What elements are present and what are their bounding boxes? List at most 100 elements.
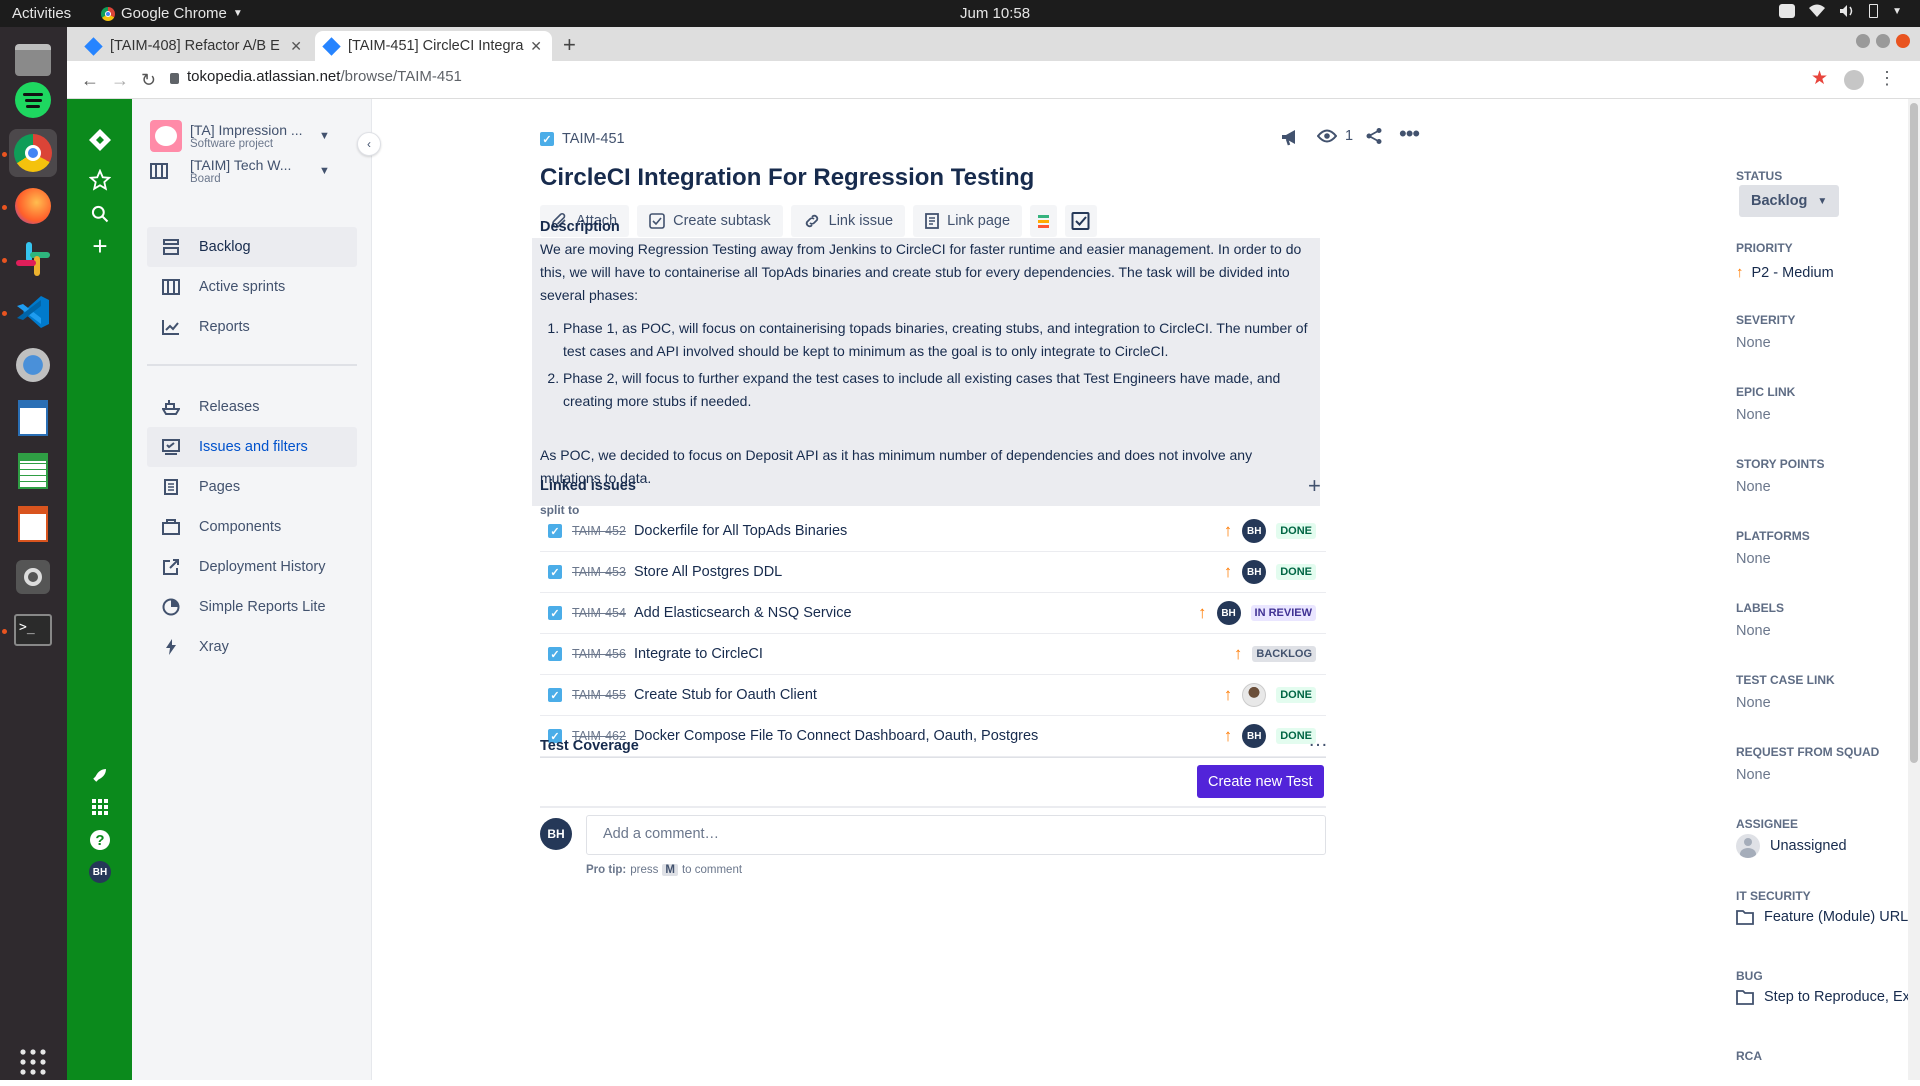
comment-input[interactable]: Add a comment…: [586, 815, 1326, 855]
chrome-dock-item[interactable]: [9, 129, 57, 177]
reload-icon[interactable]: ↻: [141, 70, 156, 91]
backup-app-dock-item[interactable]: [9, 341, 57, 389]
priority-field[interactable]: ↑ P2 - Medium: [1736, 264, 1834, 281]
search-icon[interactable]: [87, 201, 113, 227]
sidebar-item-reports[interactable]: Reports: [147, 307, 357, 347]
linked-issue-summary[interactable]: Docker Compose File To Connect Dashboard…: [634, 728, 1038, 744]
it-security-field[interactable]: Feature (Module) URL, Header (CURL) Requ…: [1736, 909, 1920, 925]
app-switcher-icon[interactable]: [87, 794, 113, 820]
add-linked-issue-icon[interactable]: +: [1308, 473, 1321, 499]
sidebar-item-simple-reports-lite[interactable]: Simple Reports Lite: [147, 587, 357, 627]
more-options-icon[interactable]: …: [1308, 729, 1328, 752]
board-icon: [159, 279, 183, 295]
spotify-dock-item[interactable]: [9, 76, 57, 124]
linked-issue-key[interactable]: TAIM-453: [572, 565, 626, 579]
page-scrollbar[interactable]: [1908, 99, 1920, 1080]
linked-issue-row[interactable]: ✓ TAIM-462 Docker Compose File To Connec…: [540, 716, 1326, 757]
board-switcher[interactable]: [TAIM] Tech W... Board ▼: [150, 157, 330, 185]
clock[interactable]: Jum 10:58: [960, 5, 1030, 22]
help-icon[interactable]: ?: [87, 827, 113, 853]
linked-issue-summary[interactable]: Store All Postgres DDL: [634, 564, 782, 580]
system-tray[interactable]: ▼: [1779, 4, 1902, 18]
browser-tab-active[interactable]: [TAIM-451] CircleCI Integra ✕: [315, 31, 552, 61]
terminal-dock-item[interactable]: >_: [9, 606, 57, 654]
rocket-icon[interactable]: [87, 762, 113, 788]
labels-value[interactable]: None: [1736, 623, 1771, 639]
status-dropdown[interactable]: Backlog ▼: [1739, 185, 1840, 217]
app-menu[interactable]: Google Chrome ▼: [101, 5, 243, 22]
project-switcher[interactable]: [TA] Impression ... Software project ▼: [150, 120, 330, 152]
section-divider: [540, 806, 1326, 808]
apps-addon-button[interactable]: [1030, 205, 1058, 237]
severity-value[interactable]: None: [1736, 335, 1771, 351]
link-page-button[interactable]: Link page: [913, 205, 1023, 237]
forward-arrow-icon[interactable]: →: [111, 70, 129, 91]
linked-issue-summary[interactable]: Add Elasticsearch & NSQ Service: [634, 605, 852, 621]
sidebar-item-active-sprints[interactable]: Active sprints: [147, 267, 357, 307]
feedback-megaphone-icon[interactable]: [1280, 128, 1302, 146]
sidebar-item-components[interactable]: Components: [147, 507, 357, 547]
close-window-icon[interactable]: [1896, 34, 1910, 48]
settings-dock-item[interactable]: [9, 553, 57, 601]
checklist-button[interactable]: [1065, 205, 1098, 237]
platforms-value[interactable]: None: [1736, 551, 1771, 567]
issue-title[interactable]: CircleCI Integration For Regression Test…: [540, 164, 1034, 192]
story-points-value[interactable]: None: [1736, 479, 1771, 495]
back-arrow-icon[interactable]: ←: [81, 70, 99, 91]
request-from-squad-value[interactable]: None: [1736, 767, 1771, 783]
sidebar-item-releases[interactable]: Releases: [147, 387, 357, 427]
assignee-field[interactable]: Unassigned: [1736, 834, 1847, 858]
share-icon[interactable]: [1365, 127, 1383, 145]
linked-issue-row[interactable]: ✓ TAIM-456 Integrate to CircleCI ↑ BACKL…: [540, 634, 1326, 675]
sidebar-item-deployment-history[interactable]: Deployment History: [147, 547, 357, 587]
bookmark-star-icon[interactable]: ★: [1811, 67, 1828, 90]
minimize-icon[interactable]: [1856, 34, 1870, 48]
vscode-dock-item[interactable]: [9, 288, 57, 336]
linked-issue-key[interactable]: TAIM-454: [572, 606, 626, 620]
linked-issue-summary[interactable]: Integrate to CircleCI: [634, 646, 763, 662]
linked-issue-key[interactable]: TAIM-455: [572, 688, 626, 702]
test-case-link-value[interactable]: None: [1736, 695, 1771, 711]
slack-dock-item[interactable]: [9, 235, 57, 283]
firefox-dock-item[interactable]: [9, 182, 57, 230]
calc-dock-item[interactable]: [9, 447, 57, 495]
epic-link-value[interactable]: None: [1736, 407, 1771, 423]
description-body[interactable]: We are moving Regression Testing away fr…: [532, 238, 1320, 506]
show-applications-button[interactable]: [9, 1038, 57, 1086]
profile-avatar[interactable]: BH: [87, 859, 113, 885]
linked-issue-summary[interactable]: Create Stub for Oauth Client: [634, 687, 817, 703]
linked-issue-row[interactable]: ✓ TAIM-452 Dockerfile for All TopAds Bin…: [540, 511, 1326, 552]
create-subtask-button[interactable]: Create subtask: [637, 205, 783, 237]
issue-key[interactable]: TAIM-451: [562, 131, 625, 147]
close-tab-icon[interactable]: ✕: [290, 38, 302, 55]
impress-dock-item[interactable]: [9, 500, 57, 548]
more-actions-icon[interactable]: •••: [1399, 121, 1420, 147]
linked-issue-row[interactable]: ✓ TAIM-455 Create Stub for Oauth Client …: [540, 675, 1326, 716]
link-issue-button[interactable]: Link issue: [790, 205, 906, 237]
jira-logo-icon[interactable]: [87, 127, 113, 153]
sidebar-item-pages[interactable]: Pages: [147, 467, 357, 507]
activities-button[interactable]: Activities: [12, 5, 71, 22]
linked-issue-key[interactable]: TAIM-456: [572, 647, 626, 661]
address-bar[interactable]: tokopedia.atlassian.net/browse/TAIM-451: [187, 68, 462, 85]
create-new-test-button[interactable]: Create new Test: [1197, 765, 1324, 798]
maximize-icon[interactable]: [1876, 34, 1890, 48]
watchers-button[interactable]: 1: [1317, 128, 1353, 144]
browser-tab[interactable]: [TAIM-408] Refactor A/B E ✕: [77, 31, 312, 61]
sidebar-item-xray[interactable]: Xray: [147, 627, 357, 667]
writer-dock-item[interactable]: [9, 394, 57, 442]
linked-issue-summary[interactable]: Dockerfile for All TopAds Binaries: [634, 523, 847, 539]
sidebar-item-backlog[interactable]: Backlog: [147, 227, 357, 267]
close-tab-icon[interactable]: ✕: [530, 38, 542, 55]
sidebar-item-issues-and-filters[interactable]: Issues and filters: [147, 427, 357, 467]
scrollbar-thumb[interactable]: [1910, 103, 1918, 763]
linked-issue-row[interactable]: ✓ TAIM-454 Add Elasticsearch & NSQ Servi…: [540, 593, 1326, 634]
bug-field[interactable]: Step to Reproduce, Expected Result, Actu…: [1736, 989, 1920, 1005]
browser-menu-icon[interactable]: ⋮: [1878, 68, 1896, 89]
new-tab-icon[interactable]: +: [563, 32, 576, 58]
linked-issue-key[interactable]: TAIM-452: [572, 524, 626, 538]
create-plus-icon[interactable]: +: [87, 231, 113, 261]
starred-icon[interactable]: [87, 167, 113, 193]
profile-avatar-icon[interactable]: [1844, 70, 1864, 90]
linked-issue-row[interactable]: ✓ TAIM-453 Store All Postgres DDL ↑ BH D…: [540, 552, 1326, 593]
